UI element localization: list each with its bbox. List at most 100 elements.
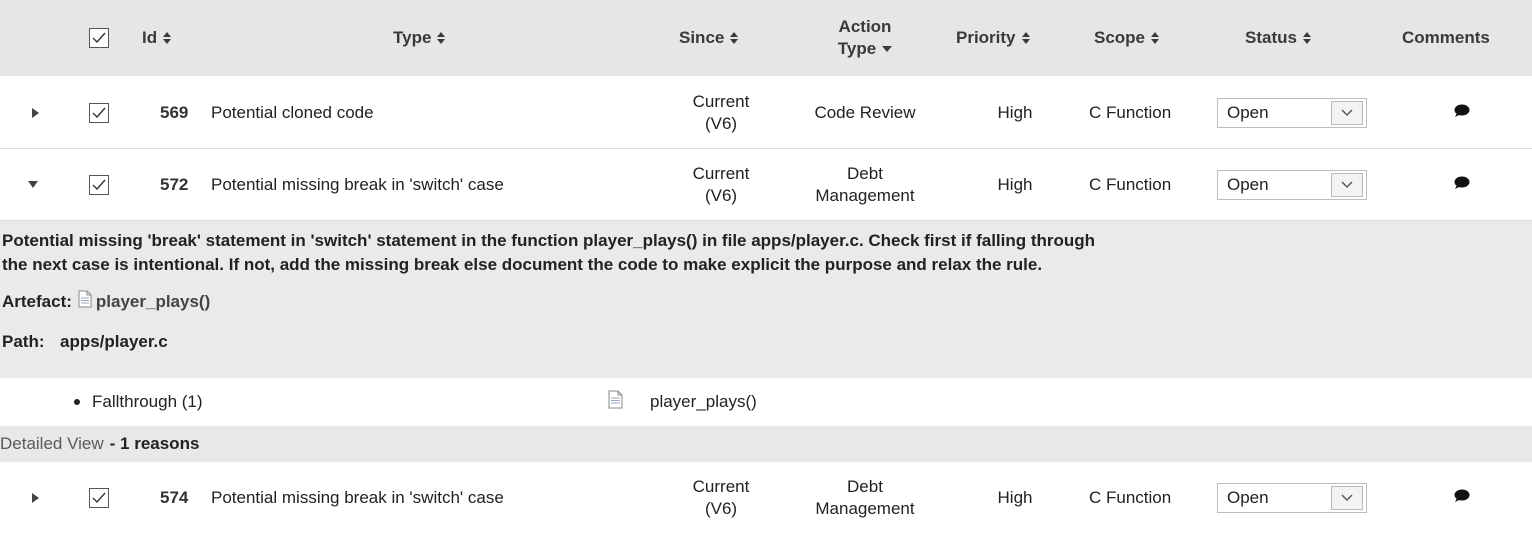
table-row[interactable]: 572 Potential missing break in 'switch' …: [0, 149, 1532, 221]
header-type-label: Type: [393, 28, 432, 47]
row-type: Potential missing break in 'switch' case: [211, 174, 504, 194]
row-action-1: Debt: [847, 163, 883, 183]
chevron-down-icon[interactable]: [1331, 172, 1363, 197]
checkbox-checked-icon[interactable]: [89, 174, 109, 195]
chevron-down-icon[interactable]: [1331, 486, 1363, 510]
document-icon: [608, 390, 623, 414]
header-action-label-1: Action: [838, 17, 892, 36]
comments-button[interactable]: [1442, 462, 1482, 534]
reasons-count: - 1 reasons: [109, 434, 200, 453]
sort-updown-icon: [437, 32, 446, 44]
checkbox-checked-icon[interactable]: [89, 28, 109, 48]
header-type[interactable]: Type: [393, 0, 446, 76]
sort-updown-icon: [163, 32, 172, 44]
detailed-view-link[interactable]: Detailed View: [0, 434, 104, 454]
row-priority: High: [997, 174, 1033, 194]
row-since-2: (V6): [704, 499, 738, 518]
description-line-1: Potential missing 'break' statement in '…: [2, 231, 1096, 250]
header-id-label: Id: [142, 28, 158, 47]
expand-toggle[interactable]: [28, 462, 42, 534]
table-header: Id Type Since Action Type Priority Scope: [0, 0, 1532, 77]
status-select-value: Open: [1227, 174, 1269, 194]
row-since-1: Current: [692, 477, 750, 496]
row-action-1: Code Review: [814, 102, 916, 122]
row-action-2: Management: [815, 499, 915, 518]
findings-table: Id Type Since Action Type Priority Scope: [0, 0, 1532, 534]
reason-artefact-link[interactable]: player_plays(): [650, 392, 757, 412]
chevron-down-icon[interactable]: [1331, 100, 1363, 125]
header-since[interactable]: Since: [679, 0, 739, 76]
bullet-icon: [74, 399, 80, 405]
row-type: Potential cloned code: [211, 102, 374, 122]
row-scope: C Function: [1089, 174, 1172, 194]
status-select[interactable]: Open: [1217, 483, 1367, 513]
sort-updown-icon: [1302, 32, 1311, 44]
path-value: apps/player.c: [60, 332, 168, 351]
header-action-label-2: Type: [837, 39, 877, 58]
header-status[interactable]: Status: [1245, 0, 1311, 76]
triangle-right-icon[interactable]: [28, 491, 42, 505]
checkbox-checked-icon[interactable]: [89, 488, 109, 508]
status-select-value: Open: [1227, 102, 1269, 122]
finding-detail-panel: Potential missing 'break' statement in '…: [0, 221, 1532, 378]
header-status-label: Status: [1245, 28, 1297, 47]
row-action-1: Debt: [847, 477, 883, 496]
collapse-toggle[interactable]: [26, 149, 40, 220]
finding-description: Potential missing 'break' statement in '…: [0, 229, 1528, 277]
artefact-row: Artefact: player_plays(): [2, 290, 210, 313]
row-since-1: Current: [692, 91, 750, 111]
sort-updown-icon: [1021, 32, 1030, 44]
speech-bubble-icon[interactable]: [1454, 175, 1470, 195]
triangle-right-icon[interactable]: [28, 106, 42, 120]
table-row[interactable]: 574 Potential missing break in 'switch' …: [0, 462, 1532, 534]
expand-toggle[interactable]: [28, 77, 42, 148]
status-select-value: Open: [1227, 488, 1269, 507]
comments-button[interactable]: [1442, 149, 1482, 220]
row-since-2: (V6): [704, 113, 738, 133]
row-priority: High: [997, 102, 1033, 122]
row-checkbox[interactable]: [89, 149, 109, 220]
header-scope-label: Scope: [1094, 28, 1146, 47]
speech-bubble-icon[interactable]: [1454, 103, 1470, 123]
row-scope: C Function: [1089, 102, 1172, 122]
row-priority: High: [997, 488, 1033, 507]
artefact-link[interactable]: player_plays(): [96, 292, 210, 312]
select-all-checkbox[interactable]: [89, 0, 109, 76]
detailed-view-bar: Detailed View - 1 reasons: [0, 426, 1532, 462]
row-id: 574: [160, 488, 189, 507]
speech-bubble-icon[interactable]: [1454, 488, 1470, 508]
row-checkbox[interactable]: [89, 462, 109, 534]
row-since-2: (V6): [704, 185, 738, 205]
reasons-list: Fallthrough (1) player_plays(): [0, 378, 1532, 426]
artefact-label: Artefact:: [2, 291, 72, 311]
status-select[interactable]: Open: [1217, 97, 1367, 128]
sort-down-icon: [882, 46, 893, 52]
triangle-down-icon[interactable]: [26, 178, 40, 192]
header-scope[interactable]: Scope: [1094, 0, 1160, 76]
list-item: Fallthrough (1): [74, 378, 203, 426]
row-type: Potential missing break in 'switch' case: [211, 488, 504, 507]
row-id: 569: [160, 102, 189, 122]
header-comments-label: Comments: [1402, 28, 1490, 47]
header-priority-label: Priority: [956, 28, 1016, 47]
reason-artefact[interactable]: player_plays(): [608, 378, 757, 426]
path-label: Path:: [2, 332, 45, 351]
header-comments: Comments: [1402, 0, 1490, 76]
status-select[interactable]: Open: [1217, 169, 1367, 200]
row-id: 572: [160, 174, 189, 194]
row-action-2: Management: [815, 185, 915, 205]
comments-button[interactable]: [1442, 77, 1482, 148]
reason-text: Fallthrough (1): [92, 392, 203, 411]
header-id[interactable]: Id: [142, 0, 172, 76]
header-action-type[interactable]: Action Type: [805, 0, 925, 76]
sort-updown-icon: [730, 32, 739, 44]
description-line-2: the next case is intentional. If not, ad…: [2, 255, 1043, 274]
sort-updown-icon: [1151, 32, 1160, 44]
row-since-1: Current: [692, 163, 750, 183]
path-row: Path: apps/player.c: [2, 332, 168, 352]
checkbox-checked-icon[interactable]: [89, 102, 109, 123]
row-checkbox[interactable]: [89, 77, 109, 148]
header-since-label: Since: [679, 28, 725, 47]
table-row[interactable]: 569 Potential cloned code Current (V6) C…: [0, 77, 1532, 149]
header-priority[interactable]: Priority: [956, 0, 1030, 76]
